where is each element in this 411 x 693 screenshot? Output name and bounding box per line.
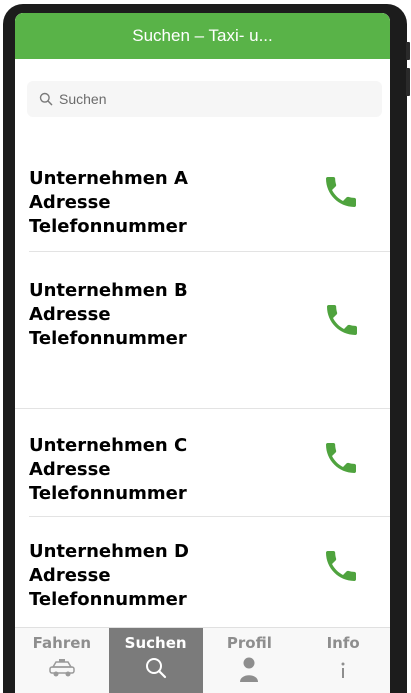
side-button <box>406 68 410 96</box>
company-address: Adresse <box>29 304 111 325</box>
company-name: Unternehmen B <box>29 280 188 301</box>
company-name: Unternehmen C <box>29 435 188 456</box>
search-input[interactable] <box>59 91 339 107</box>
tab-suchen[interactable]: Suchen <box>108 628 203 693</box>
company-phone-number: Telefonnummer <box>29 328 187 349</box>
person-icon <box>240 657 259 682</box>
tab-label: Fahren <box>32 634 92 652</box>
tab-label: Suchen <box>124 634 187 652</box>
separator <box>29 251 390 252</box>
company-address: Adresse <box>29 192 111 213</box>
page-title: Suchen – Taxi- u... <box>132 26 273 45</box>
tab-profil[interactable]: Profil <box>203 628 297 693</box>
list-item[interactable]: Unternehmen C Adresse Telefonnummer <box>15 430 390 520</box>
company-address: Adresse <box>29 565 111 586</box>
tab-bar: Fahren Suchen Profil Info <box>15 627 390 693</box>
search-bar[interactable] <box>27 81 382 117</box>
search-icon <box>145 658 166 679</box>
tab-info[interactable]: Info <box>296 628 390 693</box>
list-item[interactable]: Unternehmen D Adresse Telefonnummer <box>15 536 390 626</box>
phone-icon[interactable] <box>321 438 361 478</box>
company-name: Unternehmen A <box>29 168 188 189</box>
app-screen: Suchen – Taxi- u... Unternehmen A Adress… <box>15 13 390 693</box>
company-phone-number: Telefonnummer <box>29 483 187 504</box>
tab-label: Profil <box>226 634 272 652</box>
company-phone-number: Telefonnummer <box>29 589 187 610</box>
phone-icon[interactable] <box>321 546 361 586</box>
tab-label: Info <box>326 634 360 652</box>
info-icon <box>341 662 345 678</box>
separator <box>15 408 390 409</box>
separator <box>29 516 390 517</box>
navigation-bar: Suchen – Taxi- u... <box>15 13 390 59</box>
list-item[interactable]: Unternehmen A Adresse Telefonnummer <box>15 163 390 255</box>
taxi-icon <box>49 659 75 677</box>
phone-icon[interactable] <box>321 172 361 212</box>
company-phone-number: Telefonnummer <box>29 216 187 237</box>
list-item[interactable]: Unternehmen B Adresse Telefonnummer <box>15 275 390 415</box>
device-frame: Suchen – Taxi- u... Unternehmen A Adress… <box>3 4 410 693</box>
search-icon <box>39 92 53 106</box>
tab-fahren[interactable]: Fahren <box>15 628 109 693</box>
company-address: Adresse <box>29 459 111 480</box>
side-button <box>406 42 410 60</box>
company-name: Unternehmen D <box>29 541 189 562</box>
phone-icon[interactable] <box>322 300 362 340</box>
